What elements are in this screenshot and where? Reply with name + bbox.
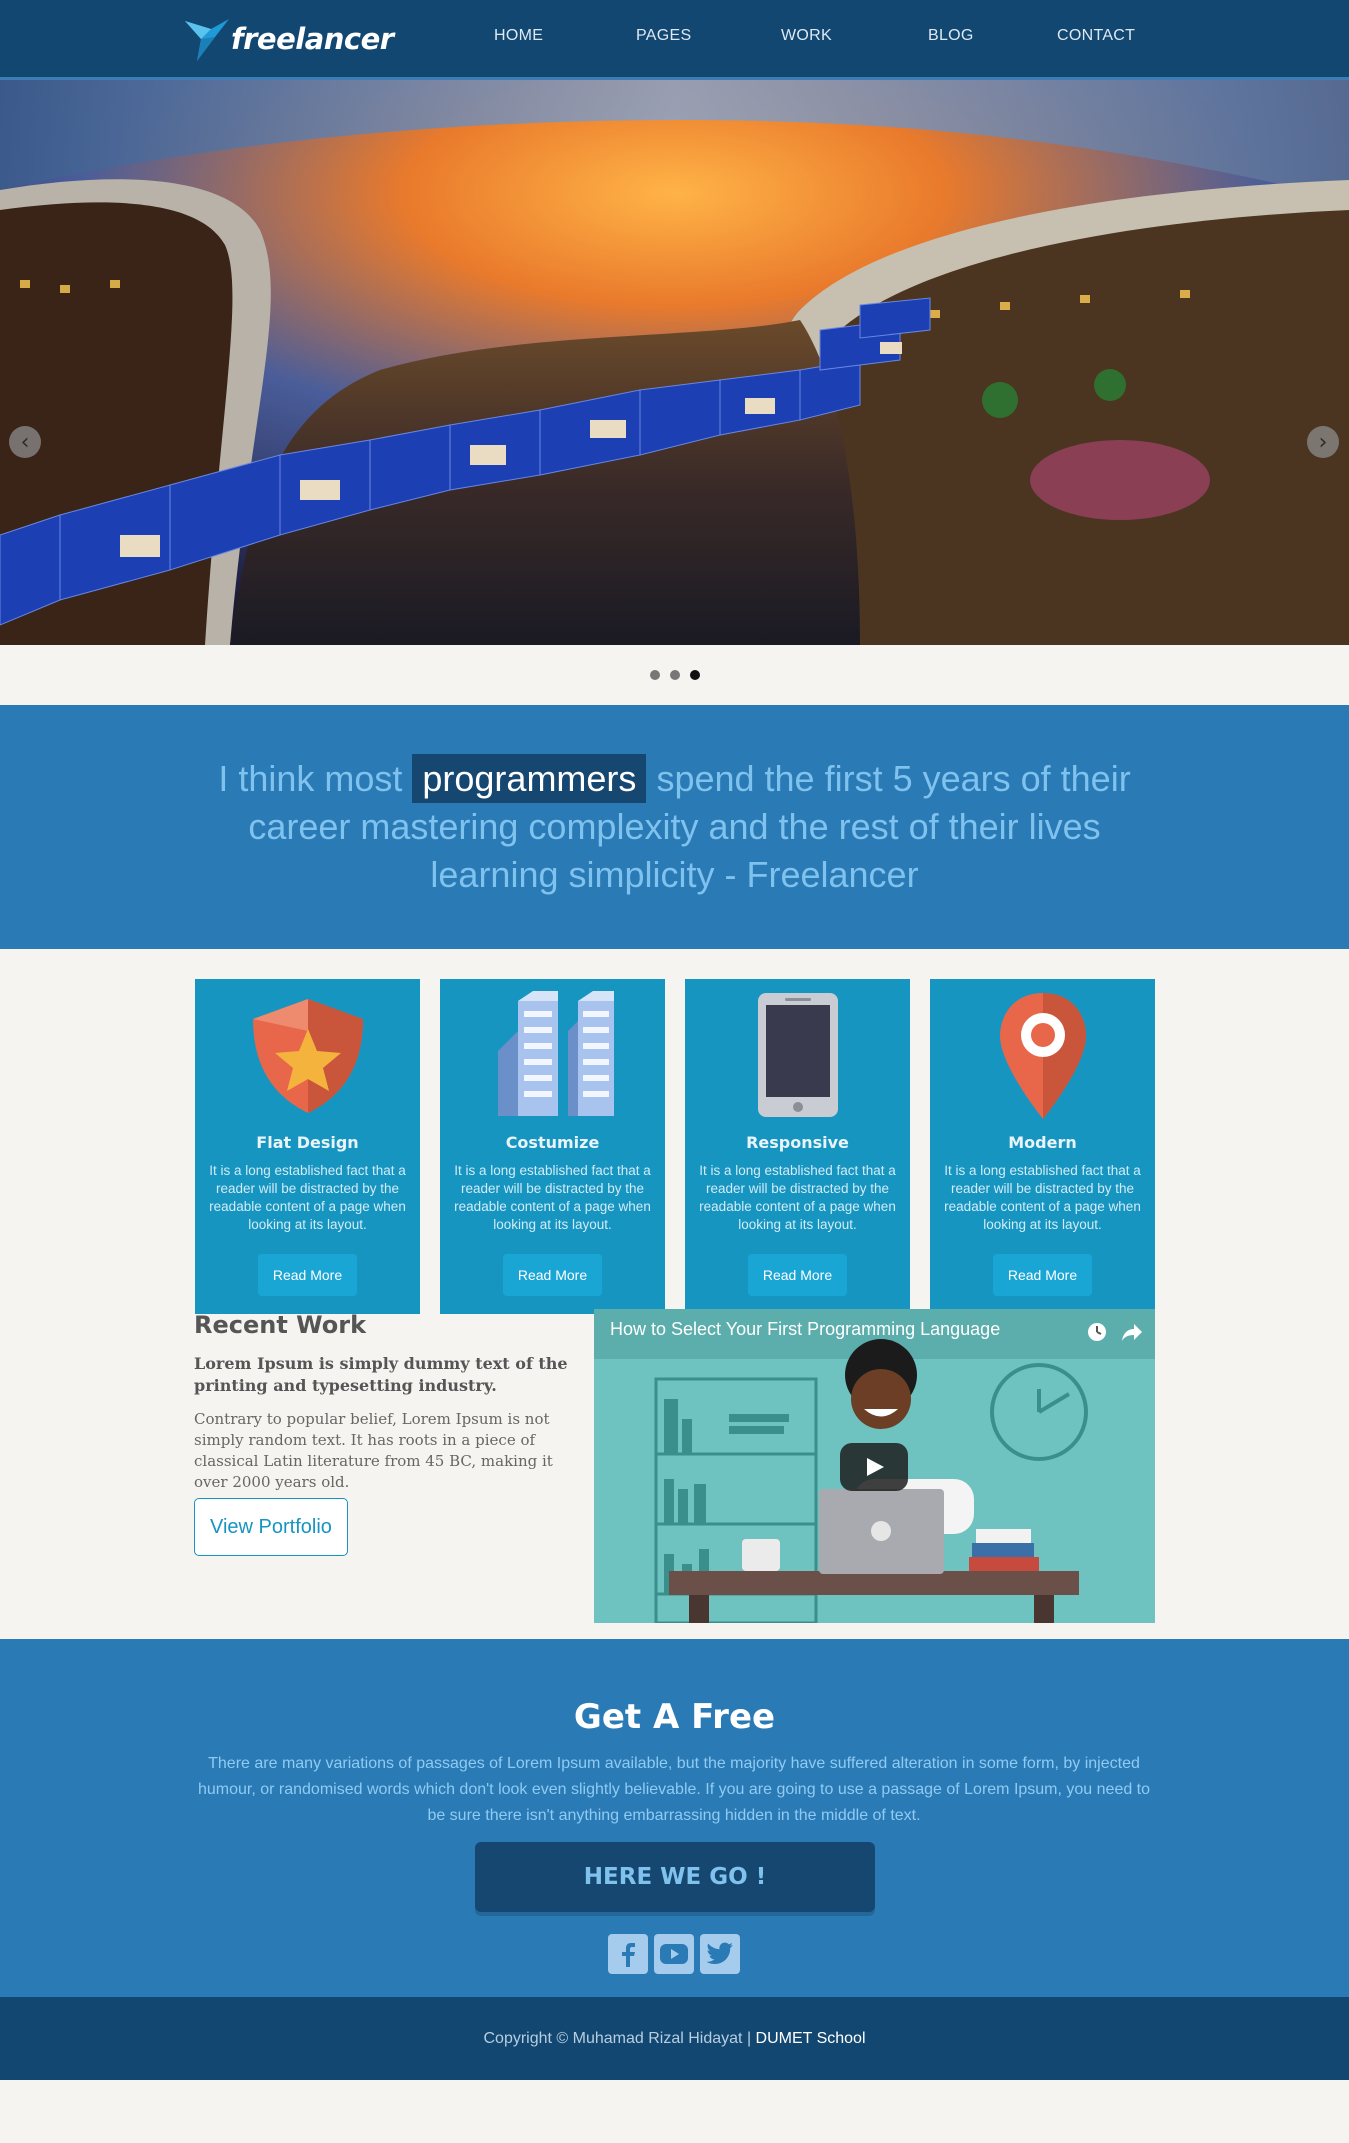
- twitter-icon: [706, 1942, 733, 1964]
- feature-text: It is a long established fact that a rea…: [454, 1163, 651, 1232]
- cta-title: Get A Free: [573, 1697, 776, 1737]
- tablet-icon: [757, 993, 838, 1117]
- share-icon[interactable]: [1120, 1321, 1144, 1343]
- slider-dot[interactable]: [670, 670, 680, 680]
- feature-title: Costumize: [505, 1133, 600, 1152]
- clock-icon[interactable]: [1086, 1321, 1108, 1343]
- main-nav: HOME PAGES WORK BLOG CONTACT: [0, 27, 1349, 53]
- nav-contact[interactable]: CONTACT: [1057, 27, 1135, 45]
- features-section: Flat Design It is a long established fac…: [0, 949, 1349, 1314]
- feature-text: It is a long established fact that a rea…: [699, 1163, 896, 1232]
- recent-work-section: Recent Work Lorem Ipsum is simply dummy …: [0, 1299, 1349, 1639]
- copyright-text: Copyright © Muhamad Rizal Hidayat |: [483, 2029, 752, 2047]
- quote-part: I think most: [218, 758, 413, 799]
- facebook-link[interactable]: [608, 1934, 648, 1974]
- video-title: How to Select Your First Programming Lan…: [610, 1319, 1001, 1339]
- here-we-go-button[interactable]: HERE WE GO !: [475, 1842, 875, 1912]
- slider-pagination: [0, 645, 1349, 705]
- read-more-button[interactable]: Read More: [992, 1254, 1093, 1296]
- nav-home[interactable]: HOME: [494, 27, 543, 45]
- read-more-button[interactable]: Read More: [502, 1254, 603, 1296]
- hero-slider: ‹ ›: [0, 80, 1349, 645]
- social-links: [608, 1934, 740, 1974]
- feature-card: Responsive It is a long established fact…: [685, 979, 910, 1314]
- feature-card: Flat Design It is a long established fac…: [195, 979, 420, 1314]
- slider-next-button[interactable]: ›: [1307, 426, 1339, 458]
- site-header: freelancer HOME PAGES WORK BLOG CONTACT: [0, 0, 1349, 80]
- feature-card: Modern It is a long established fact tha…: [930, 979, 1155, 1314]
- site-footer: Copyright © Muhamad Rizal Hidayat | DUME…: [0, 1997, 1349, 2080]
- video-player[interactable]: How to Select Your First Programming Lan…: [594, 1309, 1155, 1623]
- feature-title: Modern: [1008, 1133, 1077, 1152]
- youtube-icon: [660, 1944, 688, 1964]
- slider-prev-button[interactable]: ‹: [9, 426, 41, 458]
- feature-text: It is a long established fact that a rea…: [944, 1163, 1141, 1232]
- hero-slide-image: [0, 80, 1349, 645]
- nav-work[interactable]: WORK: [781, 27, 832, 45]
- view-portfolio-button[interactable]: View Portfolio: [194, 1498, 348, 1556]
- play-button[interactable]: [840, 1443, 908, 1491]
- recent-work-body: Contrary to popular belief, Lorem Ipsum …: [194, 1410, 553, 1491]
- recent-work-title: Recent Work: [194, 1311, 367, 1339]
- twitter-link[interactable]: [700, 1934, 740, 1974]
- read-more-button[interactable]: Read More: [257, 1254, 358, 1296]
- map-pin-icon: [999, 993, 1086, 1119]
- recent-work-lead: Lorem Ipsum is simply dummy text of the …: [194, 1354, 568, 1395]
- school-link[interactable]: DUMET School: [756, 2030, 866, 2048]
- quote-highlight: programmers: [412, 754, 647, 803]
- buildings-icon: [497, 991, 614, 1116]
- shield-star-icon: [252, 999, 363, 1113]
- nav-pages[interactable]: PAGES: [636, 27, 691, 45]
- cta-text: There are many variations of passages of…: [197, 1755, 1151, 1824]
- cta-section: Get A Free There are many variations of …: [0, 1639, 1349, 1997]
- slider-dot-active[interactable]: [690, 670, 700, 680]
- feature-title: Flat Design: [256, 1133, 359, 1152]
- read-more-button[interactable]: Read More: [747, 1254, 848, 1296]
- nav-blog[interactable]: BLOG: [928, 27, 974, 45]
- quote-text: I think most programmers spend the first…: [210, 754, 1140, 899]
- feature-card: Costumize It is a long established fact …: [440, 979, 665, 1314]
- feature-text: It is a long established fact that a rea…: [209, 1163, 406, 1232]
- facebook-icon: [622, 1943, 635, 1967]
- quote-section: I think most programmers spend the first…: [0, 705, 1349, 949]
- feature-title: Responsive: [746, 1133, 849, 1152]
- play-icon: [867, 1458, 884, 1476]
- slider-dot[interactable]: [650, 670, 660, 680]
- youtube-link[interactable]: [654, 1934, 694, 1974]
